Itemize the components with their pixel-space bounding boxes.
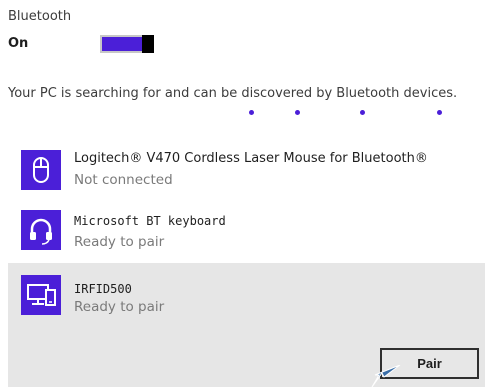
device-status: Not connected [74,172,173,188]
device-item-microsoft-keyboard[interactable]: Microsoft BT keyboard Ready to pair [8,201,485,261]
searching-progress-dot [295,110,300,115]
searching-progress-dot [360,110,365,115]
bluetooth-label: Bluetooth [8,9,72,24]
searching-progress-dot [249,110,254,115]
computer-device-icon [21,275,61,315]
toggle-thumb[interactable] [142,35,154,53]
device-item-logitech-mouse[interactable]: Logitech® V470 Cordless Laser Mouse for … [8,140,485,200]
device-name: Microsoft BT keyboard [74,214,226,228]
device-name: IRFID500 [74,282,132,296]
bluetooth-state-label: On [8,36,29,51]
searching-status-text: Your PC is searching for and can be disc… [8,86,458,101]
device-status: Ready to pair [74,299,165,315]
mouse-cursor-icon [371,365,401,387]
mouse-icon [21,150,61,190]
device-status: Ready to pair [74,234,165,250]
headset-icon [21,210,61,250]
bluetooth-toggle[interactable] [100,35,154,53]
device-name: Logitech® V470 Cordless Laser Mouse for … [74,151,428,166]
searching-progress-dot [437,110,442,115]
